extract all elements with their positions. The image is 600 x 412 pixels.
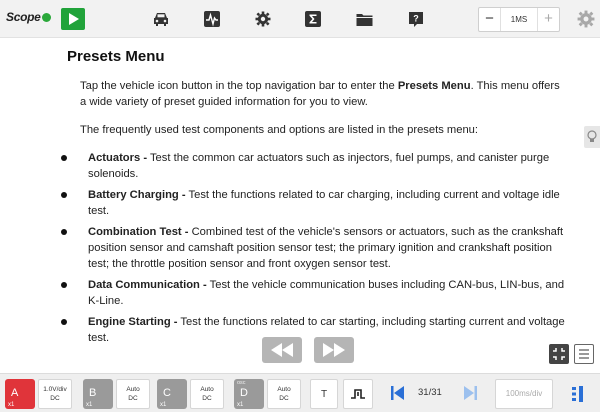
top-navigation-bar: Scope ? − 1MS + — [0, 0, 600, 38]
list-item: Battery Charging - Test the functions re… — [58, 187, 568, 219]
last-page-icon[interactable] — [462, 384, 480, 404]
trigger-label: T — [320, 388, 328, 400]
intro-paragraph: Tap the vehicle icon button in the top n… — [80, 78, 562, 110]
sigma-icon[interactable] — [302, 9, 324, 29]
channel-probe: x1 — [160, 402, 167, 408]
channel-scale: 1.0V/div — [43, 386, 67, 393]
item-name: Combination Test - — [88, 226, 189, 238]
app-logo: Scope — [6, 10, 51, 24]
play-button[interactable] — [61, 8, 85, 30]
channel-c-settings[interactable]: Auto DC — [190, 379, 224, 409]
svg-text:?: ? — [413, 13, 419, 23]
item-name: Engine Starting - — [88, 316, 178, 328]
channel-coupling: DC — [128, 395, 138, 402]
list-intro: The frequently used test components and … — [80, 124, 479, 136]
help-content: Presets Menu Tap the vehicle icon button… — [0, 38, 600, 372]
fast-forward-button[interactable] — [314, 337, 354, 363]
channel-c-button[interactable]: C x1 — [157, 379, 187, 409]
intro-bold-text: Presets Menu — [397, 80, 471, 92]
channel-b-settings[interactable]: Auto DC — [116, 379, 150, 409]
channel-a-settings[interactable]: 1.0V/div DC — [38, 379, 72, 409]
channel-probe: x1 — [237, 402, 244, 408]
channel-letter: A — [11, 387, 19, 399]
channel-letter: B — [89, 387, 97, 399]
car-icon[interactable] — [150, 9, 172, 29]
channel-letter: D — [240, 387, 248, 399]
intro-text: Tap the vehicle icon button in the top n… — [80, 80, 398, 92]
channel-scale: Auto — [277, 386, 291, 393]
list-item: Combination Test - Combined test of the … — [58, 224, 568, 272]
item-text: Test the common car actuators such as in… — [88, 152, 550, 180]
brand-dot-icon — [41, 13, 51, 22]
item-name: Data Communication - — [88, 279, 207, 291]
channel-probe: x1 — [86, 402, 93, 408]
item-name: Battery Charging - — [88, 189, 186, 201]
trigger-edge-button[interactable] — [343, 379, 373, 409]
zoom-in-button[interactable]: + — [537, 8, 559, 31]
presets-list: Actuators - Test the common car actuator… — [58, 150, 568, 351]
page-title: Presets Menu — [67, 48, 165, 65]
channel-coupling: DC — [202, 395, 212, 402]
page-counter: 31/31 — [418, 387, 442, 398]
channel-tag: osc — [237, 380, 246, 386]
gear-icon[interactable] — [252, 9, 274, 29]
channel-letter: C — [163, 387, 171, 399]
channel-scale: Auto — [200, 386, 214, 393]
zoom-out-button[interactable]: − — [479, 8, 501, 31]
folder-icon[interactable] — [353, 9, 375, 29]
channel-d-settings[interactable]: Auto DC — [267, 379, 301, 409]
channel-scale: Auto — [126, 386, 140, 393]
settings-icon[interactable] — [577, 10, 595, 33]
channel-probe: x1 — [8, 402, 15, 408]
first-page-icon[interactable] — [390, 384, 408, 404]
channel-a-button[interactable]: A x1 — [5, 379, 35, 409]
brand-text: Scope — [6, 10, 41, 24]
rewind-button[interactable] — [262, 337, 302, 363]
channel-coupling: DC — [279, 395, 289, 402]
waveform-icon[interactable] — [201, 9, 223, 29]
bottom-toolbar: A x1 1.0V/div DC B x1 Auto DC C x1 Auto … — [0, 373, 600, 412]
lightbulb-icon[interactable] — [584, 126, 600, 148]
sidebar-toggle-icon[interactable] — [565, 379, 593, 409]
list-view-icon[interactable] — [574, 344, 594, 364]
trigger-button[interactable]: T — [310, 379, 338, 409]
zoom-control: − 1MS + — [478, 7, 560, 32]
list-item: Actuators - Test the common car actuator… — [58, 150, 568, 182]
item-name: Actuators - — [88, 152, 148, 164]
list-item: Data Communication - Test the vehicle co… — [58, 277, 568, 309]
timebase-selector[interactable]: 100ms/div — [495, 379, 553, 409]
list-item: Engine Starting - Test the functions rel… — [58, 314, 568, 346]
rising-edge-icon — [351, 389, 365, 399]
channel-coupling: DC — [50, 395, 60, 402]
channel-b-button[interactable]: B x1 — [83, 379, 113, 409]
channel-d-button[interactable]: osc D x1 — [234, 379, 264, 409]
help-icon[interactable]: ? — [405, 9, 427, 29]
fit-screen-icon[interactable] — [549, 344, 569, 364]
zoom-value: 1MS — [510, 15, 528, 24]
